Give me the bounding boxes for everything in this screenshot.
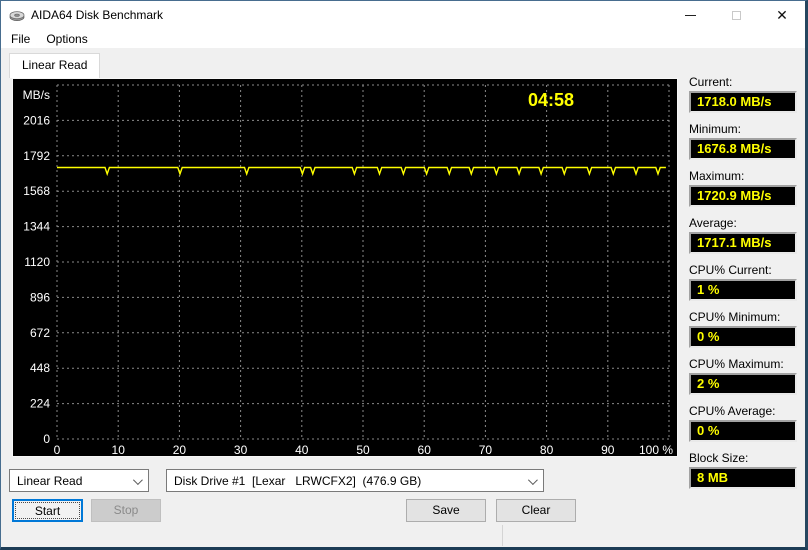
stat-label: CPU% Current: xyxy=(689,263,772,277)
app-window: AIDA64 Disk Benchmark ✕ File Options Lin… xyxy=(0,0,808,550)
benchmark-chart: MB/s 0 224 448 672 896 1120 1344 1568 1792 2016 0 10… xyxy=(12,78,678,457)
app-disk-icon xyxy=(9,11,25,21)
start-button[interactable]: Start xyxy=(12,499,83,522)
stat-label: CPU% Maximum: xyxy=(689,357,784,371)
x-tick-label: 60 xyxy=(418,443,432,456)
stat-value: 1 % xyxy=(689,279,797,301)
stat-value: 0 % xyxy=(689,420,797,442)
menu-file[interactable]: File xyxy=(3,30,38,48)
stats-panel: Current: 1718.0 MB/s Minimum: 1676.8 MB/… xyxy=(689,75,801,498)
chevron-down-icon xyxy=(527,475,538,486)
stat-label: CPU% Average: xyxy=(689,404,776,418)
elapsed-time-label: 04:58 xyxy=(528,90,574,110)
stop-button: Stop xyxy=(91,499,161,522)
stat-cpu-minimum: CPU% Minimum: 0 % xyxy=(689,310,801,348)
x-tick-label: 40 xyxy=(295,443,309,456)
stat-block-size: Block Size: 8 MB xyxy=(689,451,801,489)
menu-bar: File Options xyxy=(1,29,805,48)
stat-value: 8 MB xyxy=(689,467,797,489)
x-tick-label: 0 xyxy=(54,443,61,456)
x-tick-label: 20 xyxy=(173,443,187,456)
x-tick-label: 80 xyxy=(540,443,554,456)
x-tick-label: 70 xyxy=(479,443,493,456)
stat-value: 1676.8 MB/s xyxy=(689,138,797,160)
window-title: AIDA64 Disk Benchmark xyxy=(31,8,164,22)
stat-label: CPU% Minimum: xyxy=(689,310,781,324)
stat-value: 1720.9 MB/s xyxy=(689,185,797,207)
chevron-down-icon xyxy=(132,475,143,486)
drive-select[interactable]: Disk Drive #1 [Lexar LRWCFX2] (476.9 GB) xyxy=(166,469,544,492)
stat-value: 2 % xyxy=(689,373,797,395)
maximize-icon xyxy=(731,10,741,20)
stat-value: 1718.0 MB/s xyxy=(689,91,797,113)
close-icon: ✕ xyxy=(776,6,788,23)
stat-minimum: Minimum: 1676.8 MB/s xyxy=(689,122,801,160)
y-tick-label: 0 xyxy=(43,432,50,446)
stat-label: Maximum: xyxy=(689,169,745,183)
minimize-button[interactable] xyxy=(667,1,713,29)
y-tick-label: 224 xyxy=(30,397,50,411)
maximize-button xyxy=(713,1,759,29)
stat-label: Minimum: xyxy=(689,122,742,136)
menu-options[interactable]: Options xyxy=(38,30,95,48)
stat-label: Block Size: xyxy=(689,451,749,465)
close-button[interactable]: ✕ xyxy=(759,1,805,29)
stat-current: Current: 1718.0 MB/s xyxy=(689,75,801,113)
series-line-read-speed xyxy=(57,166,666,177)
benchmark-type-select[interactable]: Linear Read xyxy=(9,469,149,492)
y-tick-label: 1792 xyxy=(23,149,50,163)
x-tick-label: 50 xyxy=(356,443,370,456)
minimize-icon xyxy=(684,14,696,16)
stat-cpu-maximum: CPU% Maximum: 2 % xyxy=(689,357,801,395)
x-tick-label: 10 xyxy=(112,443,126,456)
stat-cpu-average: CPU% Average: 0 % xyxy=(689,404,801,442)
bottom-panel-divider xyxy=(502,525,503,546)
title-bar: AIDA64 Disk Benchmark ✕ xyxy=(1,1,805,29)
drive-select-value: Disk Drive #1 [Lexar LRWCFX2] (476.9 GB) xyxy=(174,473,422,488)
stat-label: Average: xyxy=(689,216,737,230)
y-tick-label: 1568 xyxy=(23,184,50,198)
save-button[interactable]: Save xyxy=(406,499,486,522)
x-tick-label: 30 xyxy=(234,443,248,456)
y-tick-label: 2016 xyxy=(23,113,50,127)
y-tick-label: 1344 xyxy=(23,220,50,234)
y-axis-unit: MB/s xyxy=(23,88,50,102)
stat-label: Current: xyxy=(689,75,733,89)
x-tick-label: 100 % xyxy=(639,443,673,456)
stat-value: 1717.1 MB/s xyxy=(689,232,797,254)
benchmark-type-value: Linear Read xyxy=(17,473,83,488)
stat-maximum: Maximum: 1720.9 MB/s xyxy=(689,169,801,207)
stat-average: Average: 1717.1 MB/s xyxy=(689,216,801,254)
stat-value: 0 % xyxy=(689,326,797,348)
y-tick-label: 672 xyxy=(30,326,50,340)
y-tick-label: 896 xyxy=(30,290,50,304)
clear-button[interactable]: Clear xyxy=(496,499,576,522)
stat-cpu-current: CPU% Current: 1 % xyxy=(689,263,801,301)
tab-linear-read[interactable]: Linear Read xyxy=(9,53,101,78)
y-tick-label: 448 xyxy=(30,361,50,375)
chart-svg: MB/s 0 224 448 672 896 1120 1344 1568 1792 2016 0 10… xyxy=(23,84,673,456)
x-tick-label: 90 xyxy=(601,443,615,456)
y-tick-label: 1120 xyxy=(24,255,50,269)
